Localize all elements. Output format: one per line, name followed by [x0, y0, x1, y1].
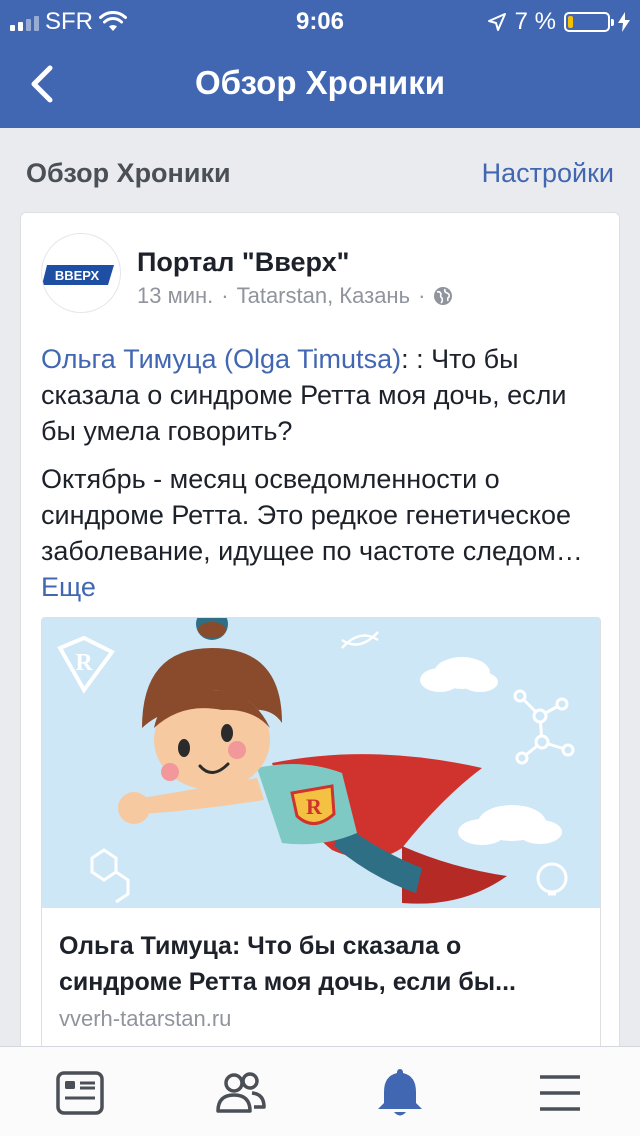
notifications-bell-icon[interactable] [370, 1065, 430, 1121]
emblem-letter: R [75, 650, 93, 676]
top-bar: SFR 9:06 7 % Обзор Хроники [0, 0, 640, 128]
vverh-logo: ВВЕРХ [42, 265, 114, 285]
attachment-title[interactable]: Ольга Тимуца: Что бы сказала о синдроме … [59, 928, 585, 1000]
post-card: ВВЕРХ Портал "Вверх" 13 мин. · Tatarstan… [20, 212, 620, 1072]
see-more-link[interactable]: Еще [41, 572, 96, 602]
link-attachment[interactable]: R R Ольга Тимуца: Что бы сказала о синдр… [41, 617, 601, 1049]
attachment-domain: vverh-tatarstan.ru [59, 1006, 232, 1031]
post-text: Ольга Тимуца (Olga Timutsa): : Что бы ск… [41, 341, 601, 605]
settings-link[interactable]: Настройки [482, 158, 614, 189]
attachment-illustration: R R [42, 618, 600, 908]
avatar-logo-text: ВВЕРХ [55, 268, 100, 283]
meta-separator: · [418, 283, 426, 308]
battery-level [568, 16, 573, 28]
meta-separator: · [221, 283, 229, 308]
page-avatar[interactable]: ВВЕРХ [41, 233, 121, 313]
status-bar: SFR 9:06 7 % [0, 0, 640, 40]
friends-icon[interactable] [210, 1065, 270, 1121]
battery-icon [564, 12, 614, 32]
section-header: Обзор Хроники Настройки [0, 128, 640, 210]
globe-icon [434, 287, 453, 305]
status-right-group: 7 % [487, 8, 630, 36]
post-time[interactable]: 13 мин. [137, 283, 213, 309]
tab-bar [0, 1046, 640, 1136]
post-body: Октябрь - месяц осведомленности о синдро… [41, 464, 583, 566]
post-location[interactable]: Tatarstan, Казань [237, 283, 410, 309]
attachment-caption: Ольга Тимуца: Что бы сказала о синдроме … [42, 908, 600, 1048]
news-feed-icon[interactable] [50, 1065, 110, 1121]
section-title: Обзор Хроники [26, 158, 231, 188]
post-meta: 13 мин. · Tatarstan, Казань · [137, 283, 453, 309]
mentioned-profile-link[interactable]: Ольга Тимуца (Olga Timutsa) [41, 344, 401, 374]
menu-icon[interactable] [530, 1065, 590, 1121]
location-arrow-icon [487, 13, 506, 31]
battery-percent: 7 % [514, 8, 556, 35]
nav-title: Обзор Хроники [194, 64, 446, 101]
post-author[interactable]: Портал "Вверх" [137, 247, 349, 278]
charging-bolt-icon [618, 12, 630, 32]
chest-emblem-letter: R [306, 794, 323, 819]
